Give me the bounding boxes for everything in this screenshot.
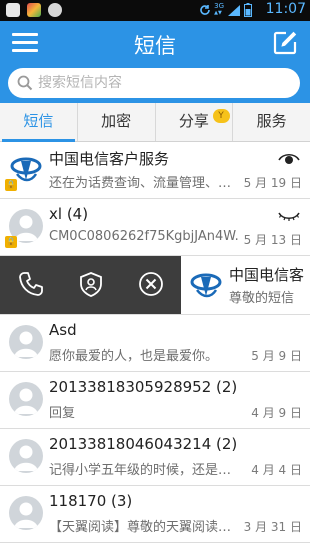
conversation-row[interactable]: Asd 愿你最爱的人，也是最爱你。 5 月 9 日 bbox=[0, 315, 310, 372]
share-badge: Y bbox=[212, 109, 230, 123]
message-preview: CM0C0806262f75KgbjJAn4W. bbox=[49, 229, 239, 244]
tab-label: 加密 bbox=[101, 112, 132, 130]
contact-name: 中国电信客 bbox=[229, 266, 305, 284]
conversation-row[interactable]: 🔒 中国电信客户服务 还在为话费查询、流量管理、… 5 月 19 日 bbox=[0, 142, 310, 199]
message-preview: 愿你最爱的人，也是最爱你。 bbox=[49, 349, 219, 364]
close-circle-icon[interactable] bbox=[137, 270, 165, 298]
tab-encrypted[interactable]: 加密 bbox=[78, 103, 156, 141]
contact-name: Asd bbox=[49, 321, 77, 339]
notification-app-icon bbox=[6, 3, 20, 17]
page-title: 短信 bbox=[134, 34, 176, 58]
tab-share[interactable]: 分享 Y bbox=[156, 103, 234, 141]
message-date: 4 月 4 日 bbox=[251, 463, 302, 477]
tab-bar: 短信 加密 分享 Y 服务 bbox=[0, 103, 310, 142]
tab-service[interactable]: 服务 bbox=[233, 103, 310, 141]
contact-name: xl (4) bbox=[49, 205, 89, 223]
eye-open-icon[interactable] bbox=[278, 152, 300, 166]
android-icon bbox=[48, 3, 62, 17]
contact-name: 20133818046043214 (2) bbox=[49, 435, 238, 453]
network-type: 3G bbox=[214, 2, 224, 10]
conversation-row[interactable]: 118170 (3) 【天翼阅读】尊敬的天翼阅读… 3 月 31 日 bbox=[0, 486, 310, 543]
clock: 11:07 bbox=[265, 1, 306, 17]
message-date: 3 月 31 日 bbox=[243, 520, 302, 534]
conversation-row[interactable]: 🔒 xl (4) CM0C0806262f75KgbjJAn4W. 5 月 13… bbox=[0, 199, 310, 256]
default-person-avatar bbox=[9, 382, 43, 416]
battery-icon bbox=[244, 3, 252, 17]
notification-app-icon bbox=[27, 3, 41, 17]
search-input[interactable] bbox=[38, 72, 288, 94]
message-date: 5 月 9 日 bbox=[251, 349, 302, 363]
lock-icon: 🔒 bbox=[5, 236, 17, 248]
signal-icon bbox=[228, 4, 240, 16]
message-preview: 还在为话费查询、流量管理、… bbox=[49, 176, 232, 191]
search-box[interactable] bbox=[8, 68, 300, 98]
title-bar: 短信 bbox=[0, 21, 310, 65]
conversation-row[interactable]: 20133818305928952 (2) 回复 4 月 9 日 bbox=[0, 372, 310, 429]
compose-icon[interactable] bbox=[272, 30, 298, 56]
message-preview: 记得小学五年级的时候，还是w… bbox=[49, 463, 239, 478]
default-person-avatar bbox=[9, 325, 43, 359]
conversation-list: 🔒 中国电信客户服务 还在为话费查询、流量管理、… 5 月 19 日 🔒 xl … bbox=[0, 142, 310, 543]
search-area bbox=[0, 65, 310, 103]
network-indicator: 3G ▲▼ bbox=[214, 3, 224, 17]
tab-sms[interactable]: 短信 bbox=[0, 103, 78, 142]
status-bar: 3G ▲▼ 11:07 bbox=[0, 0, 310, 21]
message-preview: 尊敬的短信 bbox=[229, 291, 295, 306]
contact-name: 118170 (3) bbox=[49, 492, 133, 510]
message-date: 5 月 19 日 bbox=[243, 176, 302, 190]
swiped-conversation-row[interactable]: 中国电信客 尊敬的短信 bbox=[0, 256, 310, 315]
eye-closed-icon[interactable] bbox=[278, 209, 300, 223]
tab-label: 服务 bbox=[256, 112, 287, 130]
contact-name: 20133818305928952 (2) bbox=[49, 378, 238, 396]
lock-icon: 🔒 bbox=[5, 179, 17, 191]
status-indicators: 3G ▲▼ bbox=[199, 3, 252, 17]
message-preview: 【天翼阅读】尊敬的天翼阅读… bbox=[49, 520, 232, 535]
conversation-row[interactable]: 20133818046043214 (2) 记得小学五年级的时候，还是w… 4 … bbox=[0, 429, 310, 486]
phone-icon[interactable] bbox=[17, 270, 45, 298]
message-date: 5 月 13 日 bbox=[243, 233, 302, 247]
sync-icon bbox=[200, 5, 210, 15]
message-preview: 回复 bbox=[49, 406, 76, 421]
message-date: 4 月 9 日 bbox=[251, 406, 302, 420]
tab-label: 短信 bbox=[23, 112, 54, 130]
default-person-avatar bbox=[9, 439, 43, 473]
shield-icon[interactable] bbox=[77, 270, 105, 298]
contact-name: 中国电信客户服务 bbox=[49, 150, 170, 168]
swiped-row-preview[interactable]: 中国电信客 尊敬的短信 bbox=[181, 256, 310, 314]
china-telecom-logo bbox=[189, 268, 223, 302]
default-person-avatar bbox=[9, 496, 43, 530]
data-arrows: ▲▼ bbox=[214, 10, 222, 16]
search-icon bbox=[17, 75, 33, 91]
row-action-bar bbox=[0, 256, 181, 314]
tab-label: 分享 bbox=[178, 112, 209, 130]
